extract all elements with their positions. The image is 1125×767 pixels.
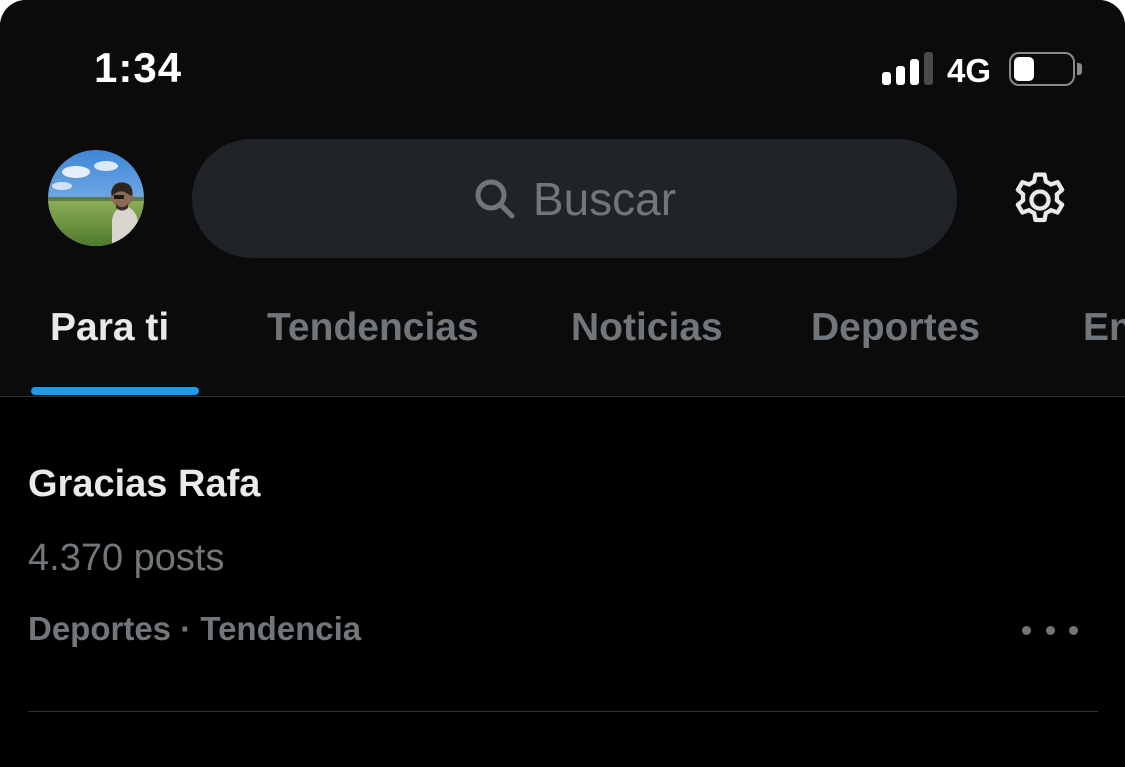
search-input[interactable]: Buscar [192, 139, 957, 258]
network-type: 4G [947, 52, 992, 89]
more-dot [1022, 625, 1031, 635]
list-divider [28, 711, 1098, 712]
avatar-image [48, 150, 144, 246]
tab-noticias[interactable]: Noticias [571, 306, 723, 350]
active-tab-indicator [31, 387, 199, 395]
battery-level-fill [1014, 57, 1034, 81]
search-icon [475, 179, 515, 218]
tab-deportes[interactable]: Deportes [811, 306, 980, 350]
more-dot [1069, 625, 1078, 635]
trend-item[interactable]: Gracias Rafa 4.370 posts Deportes · Tend… [0, 397, 1125, 711]
tab-para-ti[interactable]: Para ti [50, 306, 169, 350]
header-area: 1:34 4G Buscar Para ti Tendencias Notici… [0, 0, 1125, 396]
more-dot [1045, 625, 1055, 635]
trend-category: Deportes · Tendencia [28, 610, 362, 647]
tab-bar: Para ti Tendencias Noticias Deportes En [0, 290, 1125, 396]
battery-icon [1009, 52, 1083, 86]
more-options-button[interactable] [1022, 613, 1078, 647]
search-placeholder: Buscar [532, 172, 677, 225]
settings-button[interactable] [1008, 168, 1072, 232]
gear-icon [1015, 172, 1065, 223]
signal-icon [882, 52, 934, 85]
trend-post-count: 4.370 posts [28, 537, 225, 579]
trend-title: Gracias Rafa [28, 463, 261, 505]
avatar[interactable] [48, 150, 144, 246]
status-time: 1:34 [94, 44, 183, 91]
tab-entretenimiento[interactable]: En [1083, 306, 1125, 350]
tab-tendencias[interactable]: Tendencias [267, 306, 479, 350]
app-screen: 1:34 4G Buscar Para ti Tendencias Notici… [0, 0, 1125, 767]
